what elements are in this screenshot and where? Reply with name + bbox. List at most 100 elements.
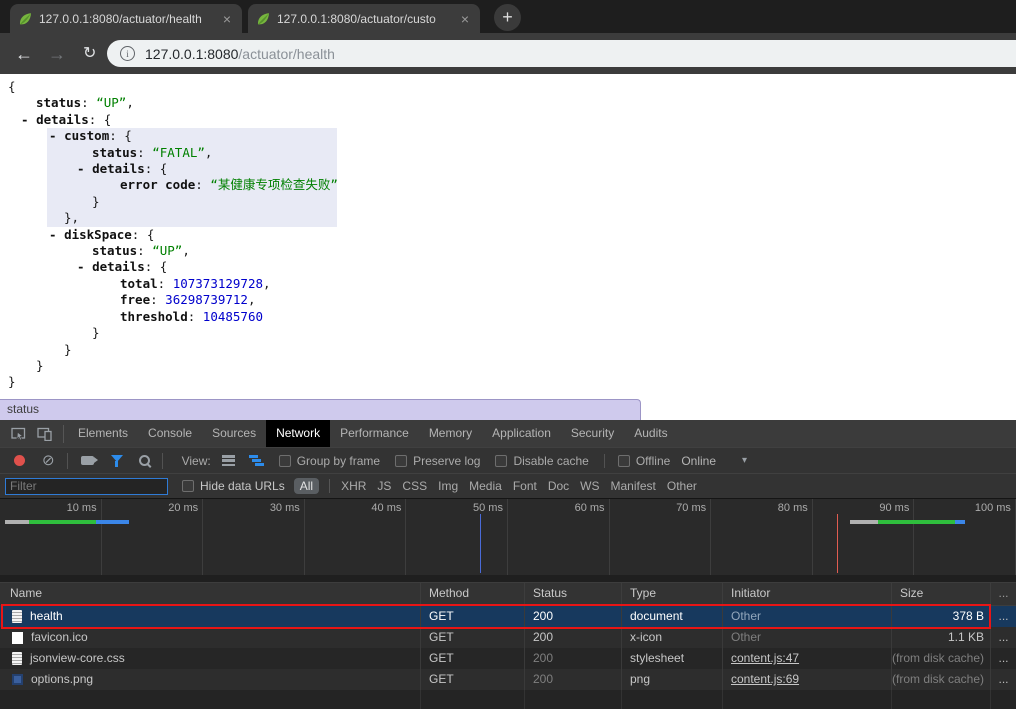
tab-close-icon[interactable]: × [219, 11, 235, 27]
filter-pill-img[interactable]: Img [438, 479, 458, 493]
collapse-marker-icon[interactable]: - [77, 259, 92, 274]
checkbox-disable-cache[interactable]: Disable cache [495, 454, 588, 468]
page-info-icon[interactable]: i [120, 46, 135, 61]
column-header--[interactable]: ... [990, 583, 1016, 605]
collapse-marker-icon[interactable]: - [21, 112, 36, 127]
browser-tab-health[interactable]: 127.0.0.1:8080/actuator/health × [10, 4, 242, 33]
column-header-method[interactable]: Method [420, 583, 524, 605]
column-header-name[interactable]: Name [0, 583, 420, 605]
domcontentloaded-line [480, 514, 481, 573]
table-row-options-png[interactable]: options.pngGET200pngcontent.js:69(from d… [0, 669, 1016, 690]
cell-name: jsonview-core.css [0, 648, 420, 669]
capture-screenshots-icon[interactable] [81, 456, 94, 465]
json-punctuation: , [126, 95, 134, 110]
column-header-initiator[interactable]: Initiator [722, 583, 891, 605]
new-tab-button[interactable]: + [494, 4, 521, 31]
table-row-jsonview-core-css[interactable]: jsonview-core.cssGET200stylesheetcontent… [0, 648, 1016, 669]
filter-funnel-icon[interactable] [111, 455, 123, 467]
cell-overflow[interactable]: ... [990, 648, 1016, 669]
devtools-tab-memory[interactable]: Memory [419, 420, 482, 447]
search-icon[interactable] [139, 455, 150, 466]
checkbox-offline[interactable]: Offline [604, 454, 670, 468]
filter-input[interactable] [5, 478, 168, 495]
address-bar[interactable]: i 127.0.0.1:8080/actuator/health [107, 40, 1016, 67]
network-overview[interactable]: 10 ms20 ms30 ms40 ms50 ms60 ms70 ms80 ms… [0, 499, 1016, 583]
checkbox-box[interactable] [182, 480, 194, 492]
inspect-element-icon[interactable] [11, 426, 26, 441]
devtools-tab-sources[interactable]: Sources [202, 420, 266, 447]
cell-overflow[interactable]: ... [990, 669, 1016, 690]
column-header-status[interactable]: Status [524, 583, 621, 605]
table-row-health[interactable]: healthGET200documentOther378 B... [0, 606, 1016, 627]
cell-size: (from disk cache) [891, 648, 990, 669]
checkbox-box[interactable] [618, 455, 630, 467]
clear-requests-icon[interactable]: ⊘ [42, 453, 55, 468]
divider [329, 479, 330, 493]
record-button[interactable] [14, 455, 25, 466]
json-punctuation: }, [64, 210, 79, 225]
back-button[interactable]: ← [15, 45, 33, 63]
filter-pill-other[interactable]: Other [667, 479, 697, 493]
cell-overflow[interactable]: ... [990, 627, 1016, 648]
checkbox-group-by-frame[interactable]: Group by frame [279, 454, 380, 468]
hide-data-urls-checkbox[interactable]: Hide data URLs [182, 479, 285, 493]
checkbox-box[interactable] [279, 455, 291, 467]
checkbox-label: Group by frame [297, 454, 380, 468]
cell-status: 200 [524, 627, 621, 648]
filter-pill-manifest[interactable]: Manifest [611, 479, 656, 493]
browser-tab-custom[interactable]: 127.0.0.1:8080/actuator/custo × [248, 4, 480, 33]
collapse-marker-icon[interactable]: - [77, 161, 92, 176]
request-name: options.png [31, 669, 93, 690]
filter-pill-font[interactable]: Font [513, 479, 537, 493]
checkbox-preserve-log[interactable]: Preserve log [395, 454, 480, 468]
column-header-size[interactable]: Size [891, 583, 990, 605]
devtools-tab-elements[interactable]: Elements [68, 420, 138, 447]
checkbox-box[interactable] [495, 455, 507, 467]
collapse-marker-icon[interactable]: - [49, 128, 64, 143]
reload-button[interactable]: ↻ [83, 46, 96, 62]
cell-type: png [621, 669, 722, 690]
empty-cell [990, 690, 1016, 709]
devtools-tab-performance[interactable]: Performance [330, 420, 419, 447]
filter-pill-doc[interactable]: Doc [548, 479, 569, 493]
devtools-tab-console[interactable]: Console [138, 420, 202, 447]
column-header-type[interactable]: Type [621, 583, 722, 605]
json-key: threshold [120, 309, 188, 324]
waterfall-overview-icon[interactable] [249, 455, 264, 466]
tab-close-icon[interactable]: × [457, 11, 473, 27]
empty-cell [420, 690, 524, 709]
filter-pill-css[interactable]: CSS [402, 479, 427, 493]
forward-button[interactable]: → [48, 45, 66, 63]
network-table-body: healthGET200documentOther378 B...favicon… [0, 606, 1016, 709]
network-toolbar: ⊘ View: Group by framePreserve logDisabl… [0, 447, 1016, 474]
tab-title: 127.0.0.1:8080/actuator/health [39, 12, 213, 26]
devtools-panel: ElementsConsoleSourcesNetworkPerformance… [0, 420, 1016, 709]
chevron-down-icon[interactable]: ▾ [742, 455, 747, 466]
devtools-tab-audits[interactable]: Audits [624, 420, 677, 447]
devtools-tab-network[interactable]: Network [266, 420, 330, 447]
filter-pill-media[interactable]: Media [469, 479, 502, 493]
devtools-tab-application[interactable]: Application [482, 420, 561, 447]
large-rows-icon[interactable] [222, 455, 235, 466]
devtools-tab-security[interactable]: Security [561, 420, 624, 447]
device-toolbar-icon[interactable] [37, 427, 52, 441]
checkbox-box[interactable] [395, 455, 407, 467]
browser-window: 127.0.0.1:8080/actuator/health × 127.0.0… [0, 0, 1016, 709]
json-key: details [92, 161, 145, 176]
cell-size: 1.1 KB [891, 627, 990, 648]
tick-label: 10 ms [67, 502, 97, 514]
collapse-marker-icon[interactable]: - [49, 227, 64, 242]
cell-initiator[interactable]: content.js:47 [722, 648, 891, 669]
cell-name: options.png [0, 669, 420, 690]
cell-initiator: Other [722, 606, 891, 627]
cell-name: favicon.ico [0, 627, 420, 648]
cell-overflow[interactable]: ... [990, 606, 1016, 627]
json-punctuation: : [195, 177, 210, 192]
throttling-select[interactable]: Online [681, 454, 716, 468]
filter-pill-xhr[interactable]: XHR [341, 479, 366, 493]
filter-pill-js[interactable]: JS [377, 479, 391, 493]
cell-initiator[interactable]: content.js:69 [722, 669, 891, 690]
filter-pill-all[interactable]: All [294, 478, 319, 494]
table-row-favicon-ico[interactable]: favicon.icoGET200x-iconOther1.1 KB... [0, 627, 1016, 648]
filter-pill-ws[interactable]: WS [580, 479, 599, 493]
